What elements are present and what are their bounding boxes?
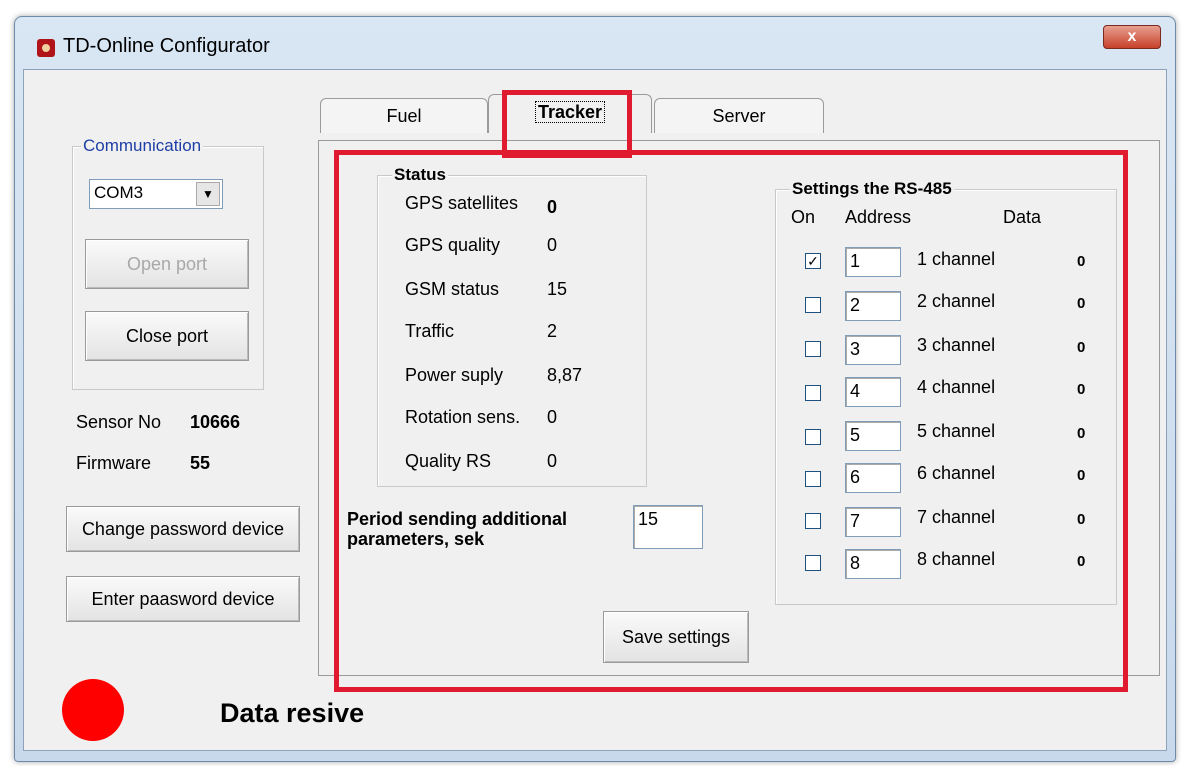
tab-fuel[interactable]: Fuel: [320, 98, 488, 133]
data-status-text: Data resive: [220, 698, 365, 728]
app-icon: [37, 39, 55, 57]
firmware-label: Firmware: [76, 453, 151, 473]
window-title: TD-Online Configurator: [63, 35, 270, 57]
status-led: [62, 679, 124, 741]
sensor-no-label: Sensor No: [76, 412, 162, 432]
tracker-tab-highlight: [502, 90, 632, 158]
enter-password-button[interactable]: Enter paasword device: [66, 576, 300, 622]
open-port-button[interactable]: Open port: [85, 239, 249, 289]
change-password-button[interactable]: Change password device: [66, 506, 300, 552]
com-port-select[interactable]: COM3 ▼: [89, 179, 223, 209]
tracker-panel-highlight: [334, 150, 1128, 692]
sensor-no-value: 10666: [190, 412, 241, 432]
close-button[interactable]: x: [1103, 25, 1161, 49]
com-port-value: COM3: [94, 183, 144, 202]
tab-server[interactable]: Server: [654, 98, 824, 133]
close-port-button[interactable]: Close port: [85, 311, 249, 361]
communication-legend: Communication: [81, 136, 204, 156]
firmware-value: 55: [190, 453, 211, 473]
title-bar[interactable]: TD-Online Configurator x: [15, 17, 1175, 69]
communication-group: Communication COM3 ▼ Open port Close por…: [72, 136, 264, 390]
chevron-down-icon[interactable]: ▼: [196, 182, 220, 206]
